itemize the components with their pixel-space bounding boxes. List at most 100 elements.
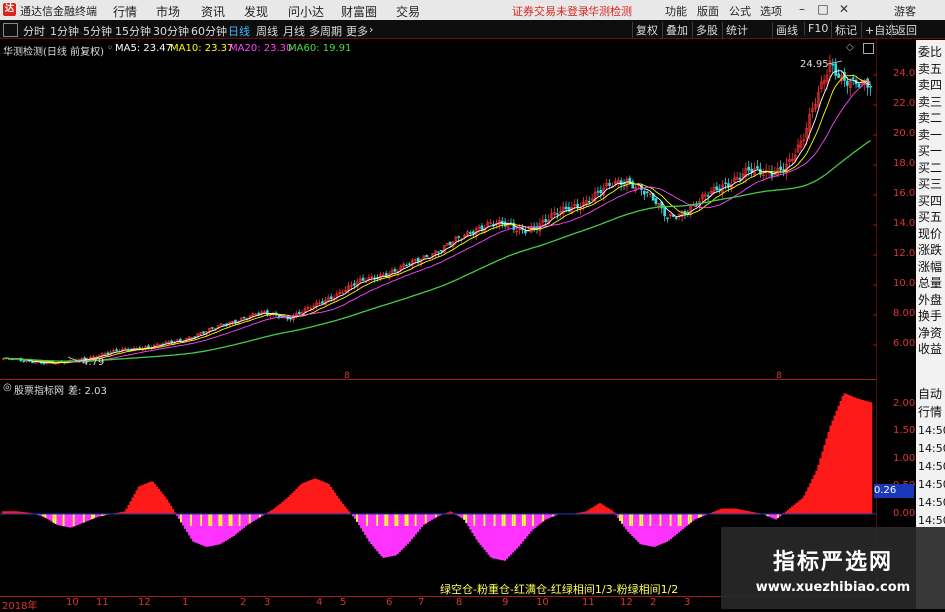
indicator-bar-yellow [44,514,46,518]
chevron-right-icon[interactable]: › [369,23,373,36]
btn-tongji[interactable]: 统计 [722,22,751,38]
menu-shichang[interactable]: 市场 [156,3,180,20]
tab-60min[interactable]: 60分钟 [191,23,227,39]
quote-nav-item[interactable]: 买四 [918,193,945,210]
menu-faxian[interactable]: 发现 [244,3,268,20]
indicator-bar-up [283,500,285,514]
candle-body [716,187,718,190]
candle-body [852,78,854,79]
candle-body [632,182,634,189]
indicator-bar-down [253,514,255,521]
indicator-bar-down [627,514,629,532]
tab-daily[interactable]: 日线 [228,23,250,39]
quote-nav-item[interactable]: 外盘 [918,292,945,309]
indicator-bar-up [607,508,609,514]
guest-label[interactable]: 游客 [894,3,916,19]
panel-icon[interactable] [3,23,18,37]
quote-nav-item[interactable]: 买一 [918,143,945,160]
quote-nav-item[interactable]: 涨跌 [918,242,945,259]
tab-5min[interactable]: 5分钟 [83,23,112,39]
quote-nav-item[interactable]: 净资 [918,325,945,342]
tab-more[interactable]: 更多 [346,23,368,39]
candle-body [524,231,526,233]
tab-monthly[interactable]: 月线 [283,23,305,39]
quote-nav-item[interactable]: 总量 [918,275,945,292]
candle-body [107,353,109,354]
indicator-bar-up [870,402,872,514]
close-button[interactable]: ✕ [835,1,853,18]
btn-biaoji[interactable]: 标记 [831,22,860,38]
indicator-bar-up [743,510,745,514]
quote-nav-item[interactable]: 卖二 [918,110,945,127]
indicator-bar-down [388,514,390,557]
indicator-bar-up [299,485,301,514]
indicator-bar-down [392,514,394,556]
quote-nav-item[interactable]: 卖三 [918,94,945,111]
menu-gongneng[interactable]: 功能 [665,3,687,19]
quote-nav-item[interactable]: 收益 [918,341,945,358]
indicator-bar-down [775,514,777,519]
tab-fenshi[interactable]: 分时 [23,23,45,39]
quote-nav-item[interactable]: 卖一 [918,127,945,144]
indicator-bar-up [312,479,314,514]
quote-time-item[interactable]: 行情 [918,404,945,421]
menu-hangqing[interactable]: 行情 [113,3,137,20]
indicator-bar-down [651,514,653,547]
menu-wenxiaoda[interactable]: 问小达 [288,3,324,20]
quote-nav-item[interactable]: 换手 [918,308,945,325]
quote-nav-item[interactable]: 买五 [918,209,945,226]
indicator-bar-down [623,514,625,527]
indicator-bar-up [131,498,133,514]
candle-body [321,302,323,304]
btn-huaxian[interactable]: 画线 [772,22,801,38]
indicator-bar-down [47,514,49,519]
btn-duogu[interactable]: 多股 [692,22,721,38]
indicator-bar-up [591,508,593,514]
menu-gongshi[interactable]: 公式 [729,3,751,19]
indicator-bar-up [868,402,870,514]
quote-nav-item[interactable]: 现价 [918,226,945,243]
indicator-bar-down [684,514,686,527]
candle-body [481,226,483,230]
tab-30min[interactable]: 30分钟 [153,23,189,39]
quote-nav-item[interactable]: 卖四 [918,77,945,94]
menu-jiaoyi[interactable]: 交易 [396,3,420,20]
btn-f10[interactable]: F10 [804,22,831,35]
quote-nav-item[interactable]: 买三 [918,176,945,193]
indicator-bar-down [411,514,413,539]
quote-nav-item[interactable]: 委比 [918,44,945,61]
x-tick: 7 [418,597,424,608]
minimize-button[interactable]: – [793,1,811,18]
tab-multi-period[interactable]: 多周期 [309,23,342,39]
sub-y-tick: 1.50 [893,425,915,436]
indicator-bar-up [803,495,805,514]
y-tick: 8.00 [893,308,915,319]
candle-body [620,181,622,185]
indicator-bar-yellow [425,514,427,524]
btn-fanhui[interactable]: 返回 [891,22,920,38]
btn-fuquan[interactable]: 复权 [632,22,661,38]
indicator-bar-up [318,480,320,514]
maximize-button[interactable]: □ [814,1,832,18]
indicator-bar-up [281,502,283,514]
quote-nav-item[interactable]: 涨幅 [918,259,945,276]
indicator-bar-up [730,509,732,515]
btn-diejia[interactable]: 叠加 [662,22,691,38]
tab-1min[interactable]: 1分钟 [50,23,79,39]
login-notice[interactable]: 证券交易未登录 [512,3,589,19]
menu-xuanxiang[interactable]: 选项 [760,3,782,19]
candle-body [646,192,648,193]
menu-caifuquan[interactable]: 财富圈 [341,3,377,20]
menu-banmian[interactable]: 版面 [697,3,719,19]
quote-time-item[interactable]: 自动 [918,386,945,403]
indicator-bar-yellow [631,514,633,526]
indicator-bar-down [413,514,415,537]
indicator-bar-down [625,514,627,530]
tab-15min[interactable]: 15分钟 [115,23,151,39]
quote-nav-item[interactable]: 卖五 [918,61,945,78]
indicator-bar-up [150,482,152,514]
indicator-bar-up [146,483,148,514]
tab-weekly[interactable]: 周线 [256,23,278,39]
quote-nav-item[interactable]: 买二 [918,160,945,177]
menu-zixun[interactable]: 资讯 [201,3,225,20]
